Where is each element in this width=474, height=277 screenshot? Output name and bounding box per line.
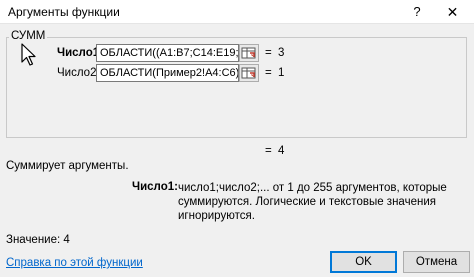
range-select-icon [241, 67, 256, 79]
arrow-cursor-icon [21, 43, 36, 66]
function-description: Суммирует аргументы. [6, 160, 129, 172]
arg1-result: 3 [278, 47, 285, 59]
arg1-range-button[interactable] [239, 44, 259, 62]
arg2-label: Число2 [57, 67, 97, 79]
close-button[interactable]: ✕ [431, 0, 474, 24]
title-bar: Аргументы функции ? ✕ [0, 0, 474, 24]
range-select-icon [241, 47, 256, 59]
ok-button[interactable]: OK [330, 251, 397, 273]
arg1-input[interactable]: ОБЛАСТИ((A1:B7;C14:E19;D9)) [96, 44, 239, 62]
total-equals: = [265, 145, 272, 157]
function-name: СУММ [9, 30, 48, 42]
result-value: Значение: 4 [6, 234, 70, 246]
window-title: Аргументы функции [8, 5, 120, 19]
arg-help-name: Число1: [132, 181, 178, 193]
arg2-input[interactable]: ОБЛАСТИ(Пример2!A4:C6) [96, 64, 239, 82]
total-result: 4 [278, 145, 285, 157]
arg1-label: Число1 [57, 47, 100, 59]
cancel-button[interactable]: Отмена [403, 251, 470, 273]
help-button[interactable]: ? [403, 0, 431, 24]
arg2-range-button[interactable] [239, 64, 259, 82]
arg2-result: 1 [278, 67, 285, 79]
arg-help-text: число1;число2;... от 1 до 255 аргументов… [178, 182, 447, 222]
function-help-link[interactable]: Справка по этой функции [6, 257, 143, 269]
arg1-equals: = [265, 47, 272, 59]
arg2-equals: = [265, 67, 272, 79]
